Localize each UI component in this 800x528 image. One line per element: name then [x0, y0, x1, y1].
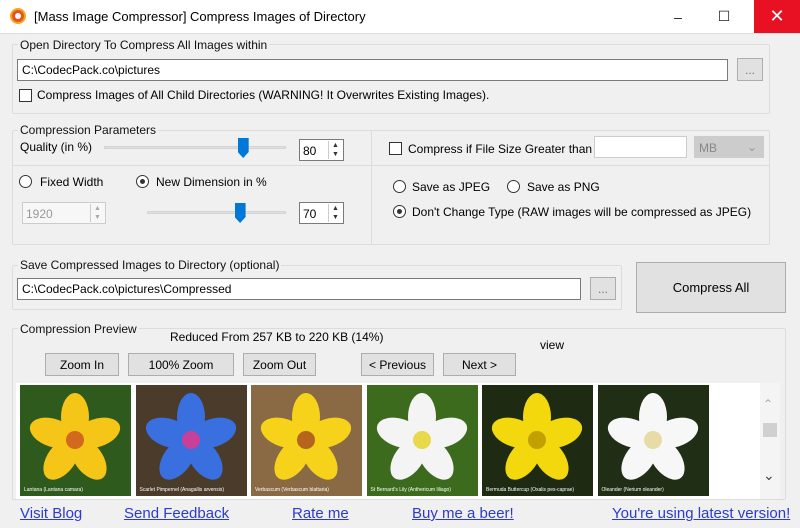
title-bar: [Mass Image Compressor] Compress Images …: [0, 0, 800, 34]
buy-beer-link[interactable]: Buy me a beer!: [412, 505, 514, 522]
scroll-down-icon[interactable]: ⌄: [763, 467, 775, 484]
preview-thumbnail[interactable]: Scarlet Pimpernel (Anagallis arvensis): [135, 385, 247, 496]
dimension-value: 70: [303, 207, 317, 221]
reduction-status: Reduced From 257 KB to 220 KB (14%): [170, 330, 384, 344]
app-icon: [10, 8, 26, 24]
preview-thumbnail[interactable]: Lantana (Lantana camara): [20, 385, 131, 496]
quality-label: Quality (in %): [20, 140, 93, 154]
browse-output-button[interactable]: ...: [590, 277, 616, 300]
dont-change-type-label: Don't Change Type (RAW images will be co…: [412, 205, 752, 219]
output-directory-input[interactable]: C:\CodecPack.co\pictures\Compressed: [17, 278, 581, 300]
flower-image: [29, 393, 121, 480]
view-label: view: [540, 338, 565, 352]
fixed-width-spinner[interactable]: 1920 ▲ ▼: [22, 202, 106, 224]
thumbnail-caption: Lantana (Lantana camara): [24, 487, 83, 493]
next-button[interactable]: Next >: [443, 353, 516, 376]
minimize-button[interactable]: –: [655, 0, 701, 33]
dimension-slider-track[interactable]: [147, 211, 286, 214]
spinner-arrows-icon[interactable]: ▲ ▼: [328, 204, 342, 222]
fixed-width-radio[interactable]: [19, 175, 32, 188]
zoom-100-button[interactable]: 100% Zoom: [128, 353, 234, 376]
new-dimension-radio[interactable]: [136, 175, 149, 188]
child-directories-label: Compress Images of All Child Directories…: [37, 88, 490, 102]
quality-value: 80: [303, 144, 317, 158]
source-directory-input[interactable]: C:\CodecPack.co\pictures: [17, 59, 728, 81]
zoom-in-button[interactable]: Zoom In: [45, 353, 119, 376]
quality-spinner[interactable]: 80 ▲ ▼: [299, 139, 344, 161]
dont-change-type-radio[interactable]: [393, 205, 406, 218]
thumbnail-caption: Verbascum (Verbascum blattaria): [255, 487, 329, 493]
scroll-up-icon[interactable]: ⌃: [763, 397, 773, 411]
compress-all-button[interactable]: Compress All: [636, 262, 786, 313]
save-png-label: Save as PNG: [527, 180, 600, 194]
version-link[interactable]: You're using latest version!: [612, 505, 790, 522]
divider: [12, 165, 770, 166]
save-jpeg-radio[interactable]: [393, 180, 406, 193]
scrollbar[interactable]: ⌃ ⌄: [760, 383, 780, 499]
preview-thumbnail[interactable]: Verbascum (Verbascum blattaria): [251, 385, 362, 496]
thumbnail-caption: Bermuda Buttercup (Oxalis pes-caprae): [486, 487, 575, 493]
flower-image: [145, 393, 236, 480]
thumbnail-caption: Scarlet Pimpernel (Anagallis arvensis): [139, 487, 224, 493]
flower-image: [376, 393, 467, 480]
new-dimension-label: New Dimension in %: [156, 175, 267, 189]
previous-button[interactable]: < Previous: [361, 353, 434, 376]
file-size-label: Compress if File Size Greater than: [408, 142, 593, 156]
flower-image: [260, 393, 352, 480]
dimension-spinner[interactable]: 70 ▲ ▼: [299, 202, 344, 224]
thumbnail-caption: St Bernard's Lily (Anthericum liliago): [370, 487, 451, 493]
scrollbar-thumb[interactable]: [763, 423, 777, 437]
rate-me-link[interactable]: Rate me: [292, 505, 349, 522]
save-directory-legend: Save Compressed Images to Directory (opt…: [18, 258, 282, 272]
size-unit-select[interactable]: MB ⌄: [694, 136, 764, 158]
save-png-radio[interactable]: [507, 180, 520, 193]
close-button[interactable]: ✕: [754, 0, 800, 33]
browse-source-button[interactable]: ...: [737, 58, 763, 81]
flower-image: [607, 393, 698, 480]
compression-preview-legend: Compression Preview: [18, 322, 139, 336]
child-directories-checkbox[interactable]: [19, 89, 32, 102]
zoom-out-button[interactable]: Zoom Out: [243, 353, 316, 376]
preview-thumbnail[interactable]: Bermuda Buttercup (Oxalis pes-caprae): [482, 385, 593, 496]
preview-thumbnail[interactable]: Oleander (Nerium oleander): [597, 385, 709, 496]
send-feedback-link[interactable]: Send Feedback: [124, 505, 229, 522]
open-directory-legend: Open Directory To Compress All Images wi…: [18, 38, 270, 52]
compression-parameters-legend: Compression Parameters: [18, 123, 159, 137]
maximize-button[interactable]: ☐: [701, 0, 747, 33]
chevron-down-icon: ⌄: [746, 140, 757, 154]
thumbnail-caption: Oleander (Nerium oleander): [601, 487, 664, 493]
quality-slider-track[interactable]: [104, 146, 286, 149]
visit-blog-link[interactable]: Visit Blog: [20, 505, 82, 522]
fixed-width-label: Fixed Width: [40, 175, 104, 189]
flower-image: [491, 393, 583, 480]
preview-thumbnail[interactable]: St Bernard's Lily (Anthericum liliago): [366, 385, 478, 496]
window-title: [Mass Image Compressor] Compress Images …: [34, 9, 366, 24]
size-unit-value: MB: [699, 141, 717, 155]
spinner-arrows-icon[interactable]: ▲ ▼: [328, 141, 342, 159]
file-size-input[interactable]: [594, 136, 687, 158]
save-jpeg-label: Save as JPEG: [412, 180, 491, 194]
file-size-checkbox[interactable]: [389, 142, 402, 155]
divider: [371, 130, 372, 245]
fixed-width-value: 1920: [26, 207, 53, 221]
spinner-arrows-icon[interactable]: ▲ ▼: [90, 204, 104, 222]
